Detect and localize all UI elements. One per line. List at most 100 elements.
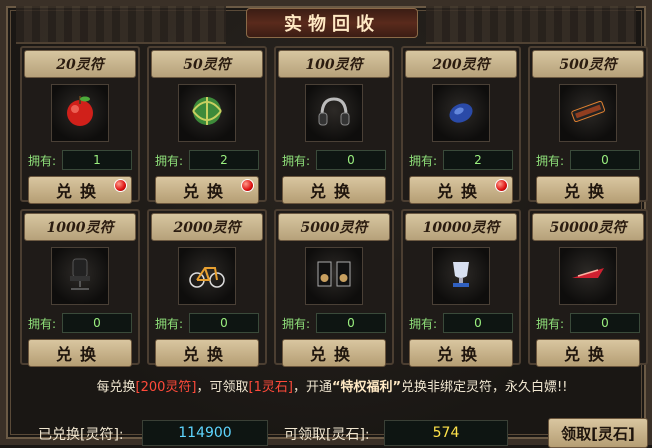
item-slot[interactable] [178,84,236,142]
owned-count: 2 [189,150,259,170]
exchange-button-label: 兑换 [182,345,231,364]
exchange-button[interactable]: 兑换 [282,176,386,204]
owned-count: 0 [189,313,259,333]
speakers-icon [314,254,354,298]
owned-label: 拥有: [536,316,565,331]
notice-mid1: ，可领取 [196,380,249,395]
item-slot[interactable] [432,247,490,305]
footer-bar: 已兑换[灵符]: 114900 可领取[灵石]: 574 领取[灵石] [6,418,652,448]
item-card: 500灵符 拥有: 0 兑换 [528,46,648,204]
item-card: 200灵符 拥有: 2 兑换 [401,46,521,204]
exchange-button-label: 兑换 [563,182,612,201]
exchange-button[interactable]: 兑换 [28,339,132,367]
card-price: 200灵符 [405,50,517,78]
exchange-button[interactable]: 兑换 [28,176,132,204]
owned-count: 0 [316,313,386,333]
exchange-button[interactable]: 兑换 [155,176,259,204]
item-card: 1000灵符 拥有: 0 兑换 [20,209,140,367]
item-slot[interactable] [432,84,490,142]
owned-row: 拥有: 0 [536,150,640,170]
exchange-button-label: 兑换 [563,345,612,364]
exchange-button[interactable]: 兑换 [282,339,386,367]
item-slot[interactable] [305,247,363,305]
owned-count: 0 [62,313,132,333]
owned-count: 0 [443,313,513,333]
exchange-button[interactable]: 兑换 [155,339,259,367]
exchange-button-label: 兑换 [182,182,231,201]
owned-label: 拥有: [409,153,438,168]
exchange-button[interactable]: 兑换 [409,176,513,204]
claimable-label: 可领取[灵石]: [284,427,370,443]
item-slot[interactable] [305,84,363,142]
item-card: 20灵符 拥有: 1 兑换 [20,46,140,204]
notification-dot-icon [495,179,508,192]
headphones-icon [314,91,354,135]
owned-label: 拥有: [28,316,57,331]
exchange-button[interactable]: 兑换 [536,176,640,204]
card-price: 100灵符 [278,50,390,78]
item-card: 50000灵符 拥有: 0 兑换 [528,209,648,367]
claim-spirit-stone-button[interactable]: 领取[灵石] [548,418,648,448]
bicycle-icon [187,254,227,298]
notice-amount: [200灵符] [135,380,197,395]
owned-count: 0 [570,150,640,170]
header-ornament-left [16,6,226,44]
chair-icon [60,254,100,298]
notice-text: 每兑换[200灵符]，可领取[1灵石]，开通“特权福利”兑换非绑定灵符，永久白嫖… [6,376,652,395]
card-price: 1000灵符 [24,213,136,241]
header-ornament-right [426,6,636,44]
exchanged-label: 已兑换[灵符]: [38,427,124,443]
card-price: 20灵符 [24,50,136,78]
mouse-icon [441,91,481,135]
owned-label: 拥有: [155,316,184,331]
owned-label: 拥有: [282,153,311,168]
card-price: 10000灵符 [405,213,517,241]
owned-row: 拥有: 2 [409,150,513,170]
item-card: 5000灵符 拥有: 0 兑换 [274,209,394,367]
owned-label: 拥有: [409,316,438,331]
exchange-button-label: 兑换 [309,345,358,364]
owned-label: 拥有: [28,153,57,168]
notice-reward: [1灵石] [248,380,293,395]
owned-count: 0 [570,313,640,333]
item-grid: 20灵符 拥有: 1 兑换 50灵符 拥有: 2 兑换 100灵符 拥有: 0 … [20,46,648,367]
recycle-window: 实物回收 20灵符 拥有: 1 兑换 50灵符 拥有: 2 兑换 100灵符 拥… [0,0,652,448]
ship-icon [568,254,608,298]
item-card: 10000灵符 拥有: 0 兑换 [401,209,521,367]
card-price: 50灵符 [151,50,263,78]
card-price: 5000灵符 [278,213,390,241]
notification-dot-icon [114,179,127,192]
owned-label: 拥有: [155,153,184,168]
item-slot[interactable] [51,84,109,142]
item-card: 2000灵符 拥有: 0 兑换 [147,209,267,367]
notice-privilege: “特权福利” [331,380,402,395]
notice-prefix: 每兑换 [96,380,136,395]
exchange-button[interactable]: 兑换 [409,339,513,367]
exchange-button-label: 兑换 [309,182,358,201]
exchange-button-label: 兑换 [55,182,104,201]
keyboard-icon [568,91,608,135]
owned-row: 拥有: 2 [155,150,259,170]
card-price: 500灵符 [532,50,644,78]
owned-row: 拥有: 0 [282,150,386,170]
exchange-button-label: 兑换 [55,345,104,364]
owned-row: 拥有: 0 [536,313,640,333]
card-price: 2000灵符 [151,213,263,241]
owned-label: 拥有: [536,153,565,168]
exchanged-value: 114900 [142,420,268,446]
owned-row: 拥有: 0 [155,313,259,333]
item-slot[interactable] [559,84,617,142]
item-card: 100灵符 拥有: 0 兑换 [274,46,394,204]
exchange-button-label: 兑换 [436,182,485,201]
owned-row: 拥有: 0 [28,313,132,333]
owned-row: 拥有: 0 [282,313,386,333]
item-slot[interactable] [51,247,109,305]
owned-count: 1 [62,150,132,170]
owned-label: 拥有: [282,316,311,331]
claimable-value: 574 [384,420,508,446]
item-slot[interactable] [178,247,236,305]
owned-row: 拥有: 0 [409,313,513,333]
exchange-button[interactable]: 兑换 [536,339,640,367]
owned-row: 拥有: 1 [28,150,132,170]
item-slot[interactable] [559,247,617,305]
